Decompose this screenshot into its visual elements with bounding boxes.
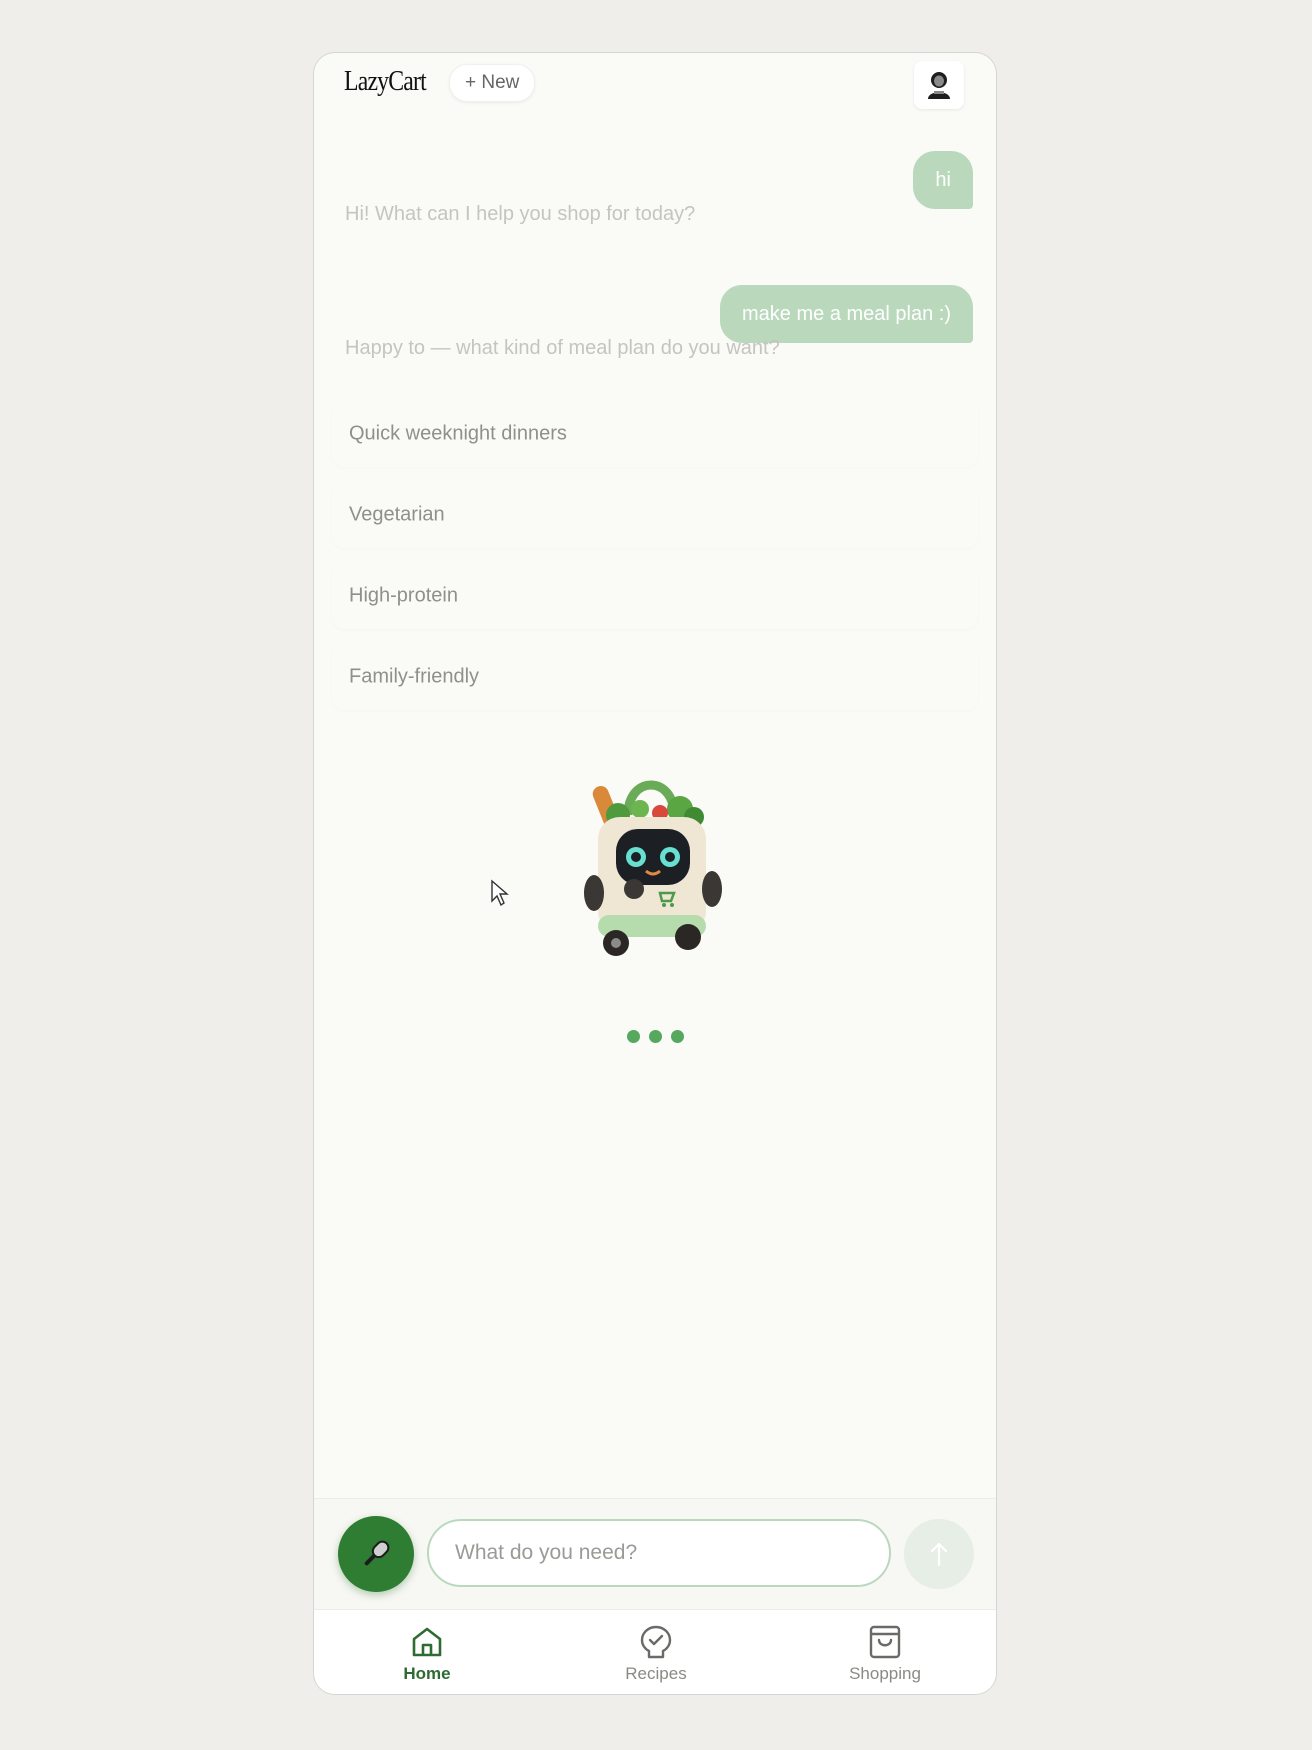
- nav-shopping[interactable]: Shopping: [825, 1610, 945, 1694]
- user-message: hi: [913, 151, 973, 209]
- nav-home[interactable]: Home: [367, 1610, 487, 1694]
- option-label: Family-friendly: [349, 665, 480, 688]
- nav-label: Home: [403, 1664, 451, 1683]
- mouse-cursor-icon: [491, 879, 509, 907]
- mic-button[interactable]: [338, 1516, 414, 1592]
- option-quick-weeknight[interactable]: Quick weeknight dinners: [332, 401, 978, 467]
- bottom-nav: Home Recipes Shopping: [314, 1609, 996, 1694]
- typing-dot: [627, 1030, 640, 1043]
- option-label: Quick weeknight dinners: [349, 422, 567, 445]
- recipes-icon: [640, 1625, 672, 1659]
- option-family-friendly[interactable]: Family-friendly: [332, 644, 978, 710]
- typing-dot: [671, 1030, 684, 1043]
- home-icon: [412, 1627, 442, 1657]
- nav-label: Recipes: [625, 1664, 687, 1683]
- typing-dot: [649, 1030, 662, 1043]
- app-logo: LazyCart: [344, 65, 427, 97]
- option-label: Vegetarian: [349, 503, 445, 526]
- composer: [314, 1498, 996, 1609]
- option-high-protein[interactable]: High-protein: [332, 563, 978, 629]
- header: LazyCart + New: [314, 53, 996, 113]
- nav-recipes[interactable]: Recipes: [596, 1610, 716, 1694]
- nav-label: Shopping: [849, 1664, 921, 1683]
- user-message: make me a meal plan :): [720, 285, 973, 343]
- typing-indicator: [627, 1030, 684, 1043]
- shopping-bag-icon: [869, 1625, 901, 1659]
- shopping-bag-robot-mascot: [584, 780, 722, 956]
- assistant-message: Happy to — what kind of meal plan do you…: [345, 337, 780, 359]
- microphone-icon: [364, 1540, 390, 1566]
- assistant-message: Hi! What can I help you shop for today?: [345, 203, 696, 225]
- avatar[interactable]: [914, 61, 964, 109]
- option-vegetarian[interactable]: Vegetarian: [332, 482, 978, 548]
- app-frame: LazyCart + New hi Hi! What can I help yo…: [313, 52, 997, 1695]
- send-button[interactable]: [904, 1519, 974, 1589]
- user-avatar-icon: [928, 72, 950, 99]
- option-label: High-protein: [349, 584, 458, 607]
- new-chat-button[interactable]: + New: [449, 64, 536, 102]
- message-input[interactable]: [427, 1519, 891, 1587]
- arrow-up-icon: [930, 1542, 948, 1567]
